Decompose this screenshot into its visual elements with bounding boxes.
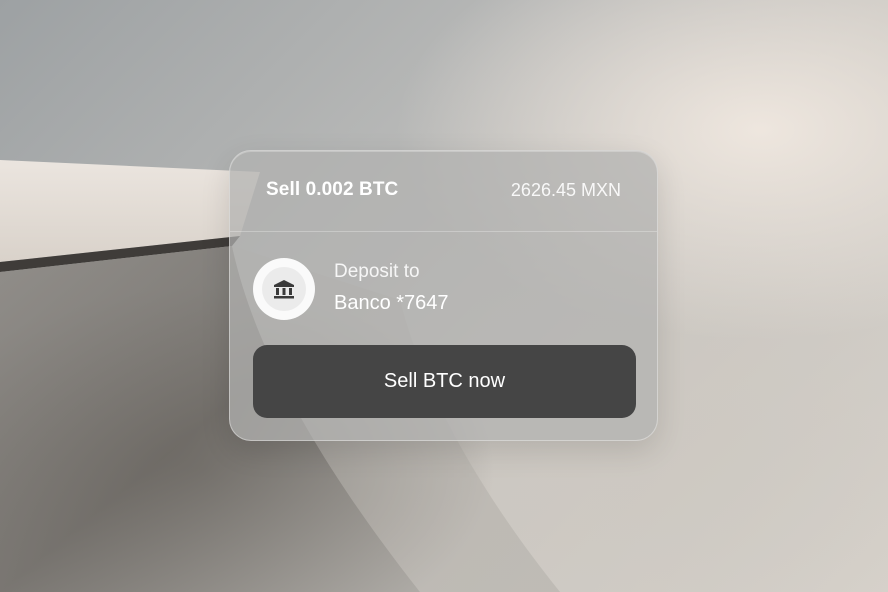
sell-order-card: Sell 0.002 BTC 2626.45 MXN Deposit to Ba… bbox=[229, 150, 658, 441]
sell-btc-button[interactable]: Sell BTC now bbox=[253, 345, 636, 418]
order-title: Sell 0.002 BTC bbox=[266, 179, 399, 200]
bank-icon bbox=[262, 267, 306, 311]
bank-avatar bbox=[253, 258, 315, 320]
deposit-label: Deposit to bbox=[334, 261, 420, 282]
deposit-account: Banco *7647 bbox=[334, 292, 449, 314]
card-header: Sell 0.002 BTC 2626.45 MXN bbox=[230, 151, 657, 232]
order-amount: 2626.45 MXN bbox=[510, 180, 621, 200]
